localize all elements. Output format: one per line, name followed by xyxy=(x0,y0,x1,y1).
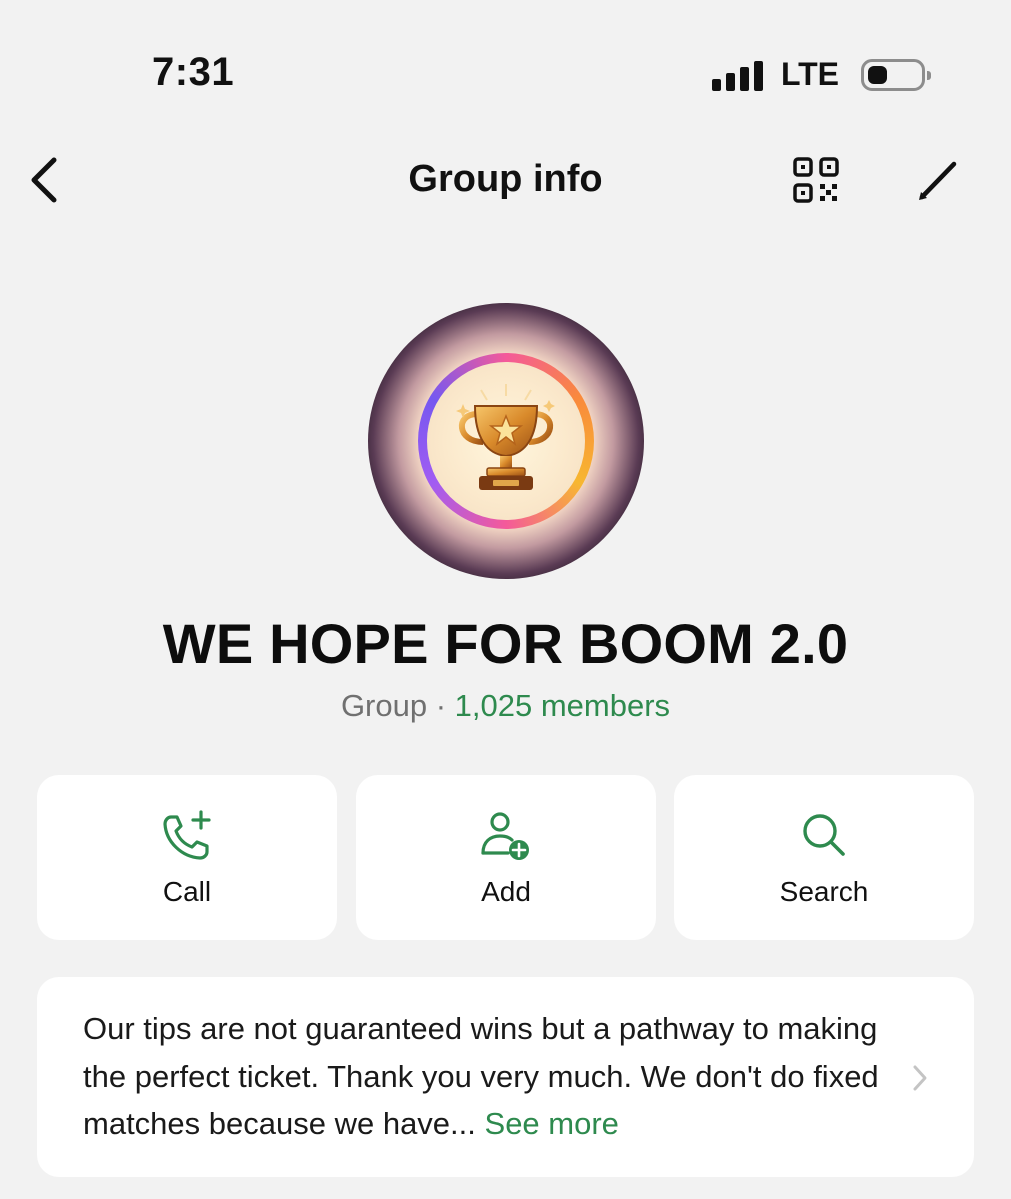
see-more-link[interactable]: See more xyxy=(485,1106,619,1141)
add-label: Add xyxy=(481,876,531,907)
group-info-screen: 7:31 LTE Group info WE HOPE FOR BOOM 2.0… xyxy=(0,0,1011,1199)
group-name: WE HOPE FOR BOOM 2.0 xyxy=(162,612,849,675)
network-type: LTE xyxy=(780,56,839,92)
pencil-icon[interactable] xyxy=(914,156,962,204)
group-avatar[interactable] xyxy=(368,303,644,579)
battery-icon xyxy=(861,58,931,91)
group-meta: Group · 1,025 members xyxy=(0,688,1011,724)
chevron-right-icon xyxy=(913,1065,927,1091)
status-time: 7:31 xyxy=(152,50,235,94)
search-button[interactable]: Search xyxy=(674,775,974,940)
members-count-link[interactable]: 1,025 members xyxy=(455,688,670,723)
signal-icon xyxy=(711,59,763,91)
page-title: Group info xyxy=(408,158,603,200)
meta-separator: · xyxy=(427,688,455,723)
group-type-label: Group xyxy=(340,688,428,723)
group-description: Our tips are not guaranteed wins but a p… xyxy=(83,1005,883,1148)
search-label: Search xyxy=(779,876,869,907)
group-description-card[interactable]: Our tips are not guaranteed wins but a p… xyxy=(37,977,974,1177)
search-icon xyxy=(803,814,845,856)
phone-add-icon xyxy=(163,810,211,860)
qr-code-icon[interactable] xyxy=(792,156,840,204)
add-person-icon xyxy=(481,812,529,860)
trophy-icon xyxy=(456,384,555,490)
call-label: Call xyxy=(162,876,212,907)
status-indicators: LTE xyxy=(711,56,931,93)
description-text: Our tips are not guaranteed wins but a p… xyxy=(83,1011,879,1141)
avatar-ring xyxy=(418,353,594,529)
add-member-button[interactable]: Add xyxy=(356,775,656,940)
call-button[interactable]: Call xyxy=(37,775,337,940)
